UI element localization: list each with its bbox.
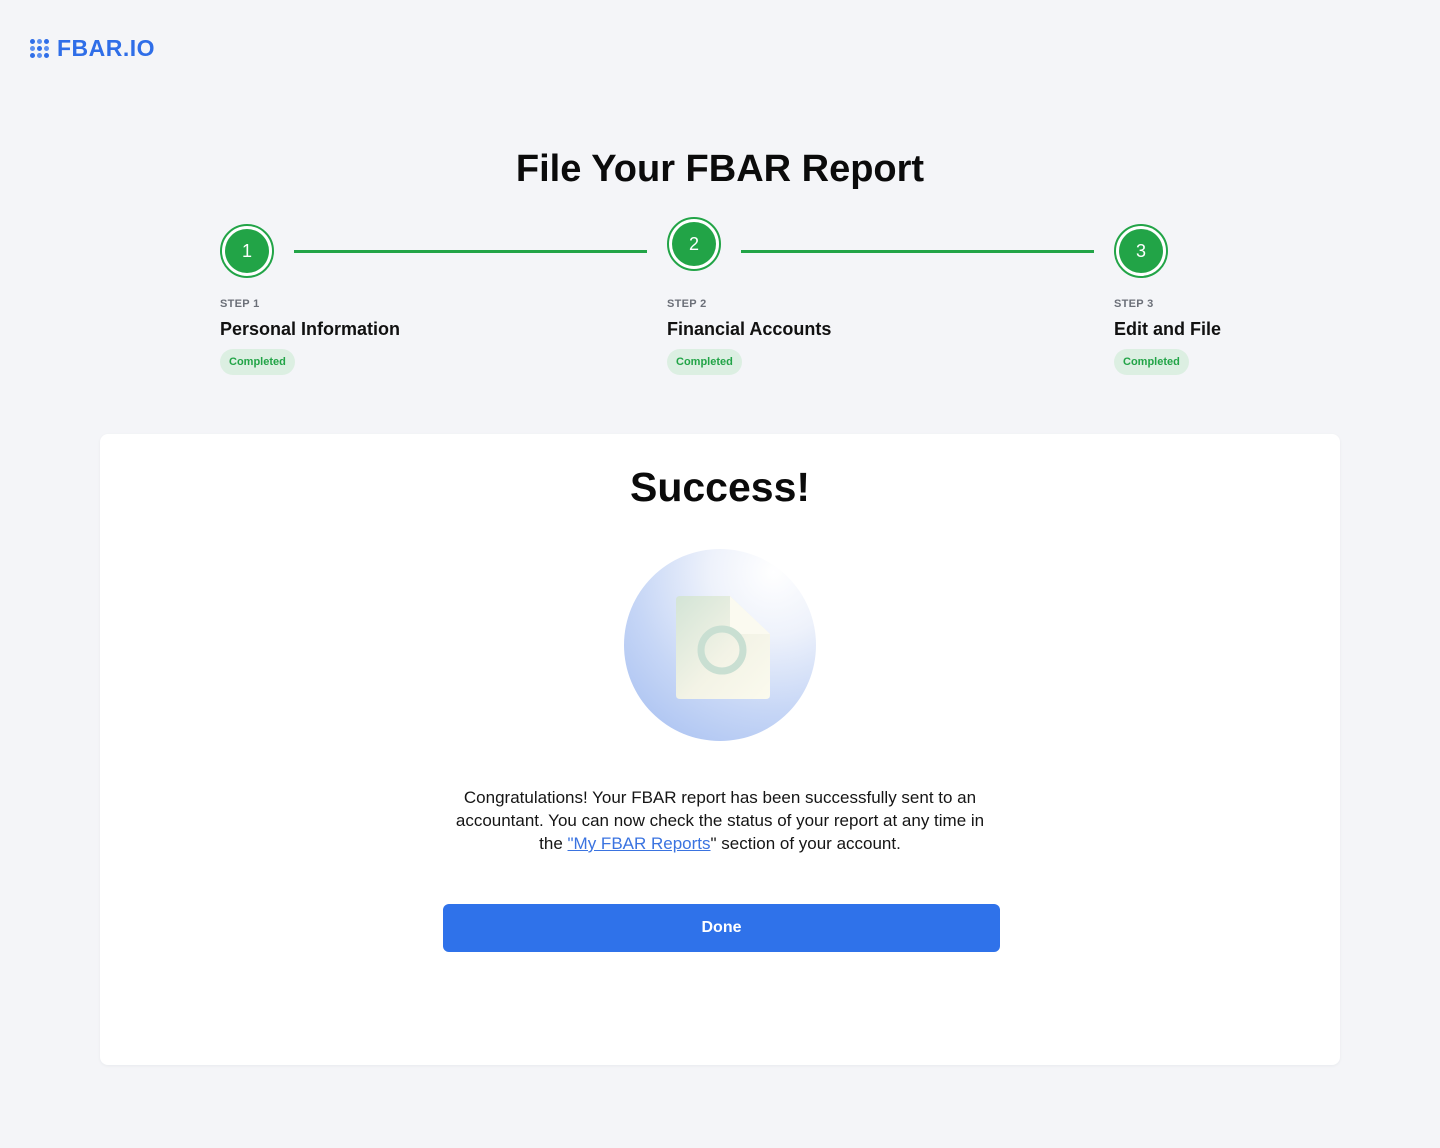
my-fbar-reports-link[interactable]: "My FBAR Reports (568, 834, 711, 853)
done-button[interactable]: Done (443, 904, 1000, 952)
document-icon (676, 596, 770, 699)
step-2-status-badge: Completed (667, 349, 742, 375)
success-illustration (624, 549, 816, 741)
step-1-number: 1 (225, 229, 269, 273)
step-2-circle: 2 (667, 217, 721, 271)
page-title: File Your FBAR Report (515, 148, 925, 190)
step-2-name: Financial Accounts (667, 319, 832, 339)
step-1: 1 STEP 1 Personal Information Completed (220, 224, 460, 375)
step-1-status-badge: Completed (220, 349, 295, 375)
step-3-name: Edit and File (1114, 319, 1222, 339)
step-2-label: STEP 2 (667, 298, 707, 310)
step-1-circle: 1 (220, 224, 274, 278)
step-2: 2 STEP 2 Financial Accounts Completed (667, 217, 907, 375)
step-3: 3 STEP 3 Edit and File Completed (1114, 224, 1354, 375)
step-2-number: 2 (672, 222, 716, 266)
logo-dots-icon (30, 39, 49, 58)
step-3-circle: 3 (1114, 224, 1168, 278)
brand-logo[interactable]: FBAR.IO (30, 35, 155, 62)
logo-text: FBAR.IO (57, 35, 156, 61)
success-card: Success! Congratulations! Your FBAR repo… (100, 434, 1340, 1065)
step-3-status-badge: Completed (1114, 349, 1189, 375)
step-1-label: STEP 1 (220, 298, 260, 310)
success-message: Congratulations! Your FBAR report has be… (445, 786, 995, 855)
step-3-label: STEP 3 (1114, 298, 1154, 310)
success-title: Success! (629, 464, 811, 510)
step-3-number: 3 (1119, 229, 1163, 273)
step-1-name: Personal Information (220, 319, 401, 339)
success-message-text-2: " section of your account. (710, 834, 901, 853)
